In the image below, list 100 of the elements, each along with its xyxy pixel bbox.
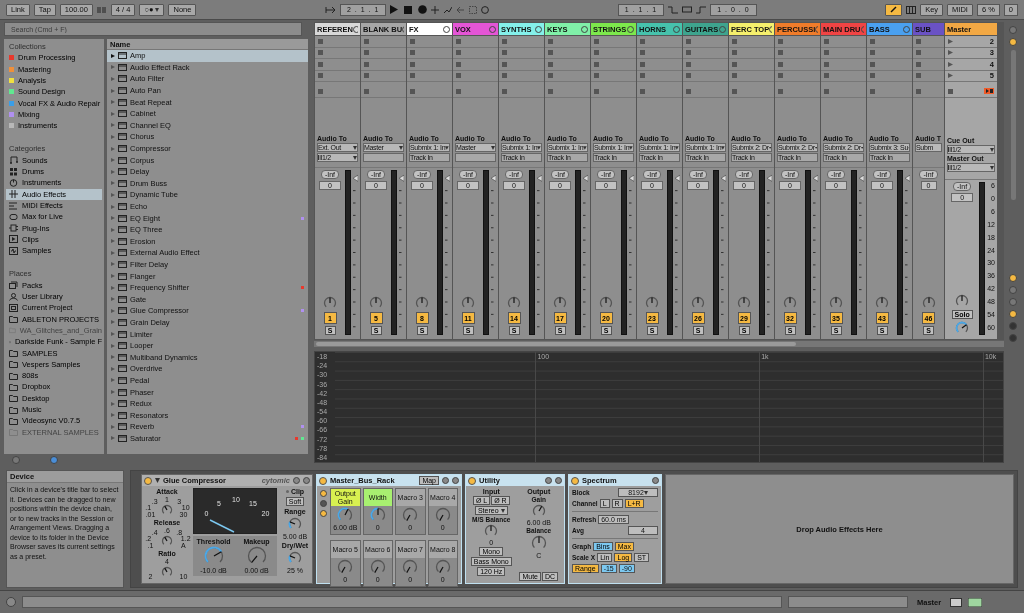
project-icon (9, 303, 18, 312)
device-icon (118, 98, 127, 106)
macro-knob[interactable] (369, 507, 386, 523)
vertical-scrollbar[interactable] (1010, 50, 1016, 200)
cue-volume-knob[interactable] (955, 321, 970, 335)
knob[interactable] (161, 566, 173, 578)
save-icon[interactable] (555, 477, 562, 484)
device-icon (118, 284, 127, 292)
pan-knob[interactable] (323, 296, 337, 310)
keyboard-icon[interactable] (906, 5, 917, 14)
plus-icon[interactable] (431, 5, 440, 14)
knob[interactable] (161, 504, 173, 516)
pan-knob[interactable] (875, 296, 889, 310)
follow-icon[interactable] (324, 5, 337, 14)
edit-icon[interactable] (545, 477, 552, 484)
edit-icon[interactable] (652, 477, 659, 484)
clip-stop-icon[interactable] (548, 88, 553, 94)
device-icon (118, 191, 127, 199)
stop-all-icon[interactable] (984, 88, 994, 95)
pan-knob[interactable] (691, 296, 705, 310)
pan-knob[interactable] (783, 296, 797, 310)
horizontal-scrollbar[interactable] (314, 341, 1004, 347)
stack-icon (9, 281, 18, 290)
edit-icon[interactable] (442, 477, 449, 484)
save-icon[interactable] (303, 477, 310, 484)
clip-stop-icon[interactable] (824, 88, 829, 94)
clip-stop-icon[interactable] (778, 88, 783, 94)
device-icon (118, 261, 127, 268)
pan-knob[interactable] (461, 296, 475, 310)
automation-icon[interactable] (443, 5, 453, 14)
stop-icon[interactable] (948, 88, 953, 94)
record-icon[interactable] (418, 5, 428, 14)
clip-stop-icon[interactable] (410, 88, 415, 94)
clip-stop-icon[interactable] (364, 88, 369, 94)
knob[interactable] (288, 551, 302, 565)
punch-out-icon[interactable] (696, 5, 707, 14)
device-icon (118, 214, 127, 222)
pan-knob[interactable] (599, 296, 613, 310)
macro-knob[interactable] (337, 559, 354, 575)
knob[interactable] (161, 535, 173, 547)
punch-in-icon[interactable] (668, 5, 679, 14)
person-icon (9, 292, 18, 301)
save-icon[interactable] (452, 477, 459, 484)
macro-knob[interactable] (402, 507, 419, 523)
device-power-button[interactable] (468, 476, 476, 485)
device-power-button[interactable] (319, 476, 327, 485)
balance-knob[interactable] (484, 524, 499, 538)
play-icon[interactable] (390, 5, 399, 14)
macro-knob[interactable] (369, 559, 386, 575)
device-icon (118, 87, 127, 95)
clip-stop-icon[interactable] (732, 88, 737, 94)
loop-icon[interactable] (481, 5, 490, 14)
clip-stop-icon[interactable] (916, 88, 921, 94)
macro-knob[interactable] (434, 559, 451, 575)
device-icon (118, 226, 127, 234)
clip-stop-icon[interactable] (318, 88, 323, 94)
macro-knob[interactable] (434, 507, 451, 523)
device-icon (118, 121, 127, 129)
stereo-icon (948, 165, 952, 170)
pan-knob[interactable] (955, 294, 970, 308)
nudge-icon[interactable] (96, 5, 107, 14)
loop-switch-icon[interactable] (682, 5, 693, 14)
device-icon (118, 353, 127, 361)
pan-knob[interactable] (829, 296, 843, 310)
device-power-button[interactable] (144, 476, 152, 485)
pan-knob[interactable] (415, 296, 429, 310)
stop-icon[interactable] (404, 5, 413, 14)
device-icon (118, 376, 127, 384)
macro-knob[interactable] (402, 559, 419, 575)
input-field (363, 153, 404, 162)
device-icon (118, 179, 127, 187)
fold-icon[interactable] (155, 478, 160, 483)
gain-knob[interactable] (531, 504, 546, 518)
device-power-button[interactable] (571, 476, 579, 485)
pan-knob[interactable] (645, 296, 659, 310)
capture-icon[interactable] (469, 5, 478, 14)
clip-stop-icon[interactable] (870, 88, 875, 94)
clip-stop-icon[interactable] (686, 88, 691, 94)
pan-knob[interactable] (507, 296, 521, 310)
arrow-left-icon[interactable] (456, 5, 466, 14)
monitor-icon (950, 597, 963, 607)
edit-icon[interactable] (293, 477, 300, 484)
midi-indicator-icon (968, 597, 983, 607)
clip-stop-icon[interactable] (594, 88, 599, 94)
clip-stop-icon[interactable] (502, 88, 507, 94)
clip-stop-icon[interactable] (456, 88, 461, 94)
pan-knob[interactable] (921, 296, 936, 310)
macro-knob[interactable] (337, 507, 354, 523)
clip-stop-icon[interactable] (640, 88, 645, 94)
pan-knob[interactable] (553, 296, 567, 310)
waveform-box-icon (9, 246, 18, 255)
pan-knob[interactable] (737, 296, 751, 310)
loop-icon (9, 212, 18, 221)
input-field (455, 153, 496, 162)
draw-mode-button[interactable] (885, 3, 903, 16)
knob[interactable] (288, 517, 302, 531)
toggle-icon[interactable] (12, 456, 20, 464)
device-icon (118, 52, 127, 60)
pan-knob[interactable] (369, 296, 383, 310)
stereo-icon (318, 155, 322, 160)
